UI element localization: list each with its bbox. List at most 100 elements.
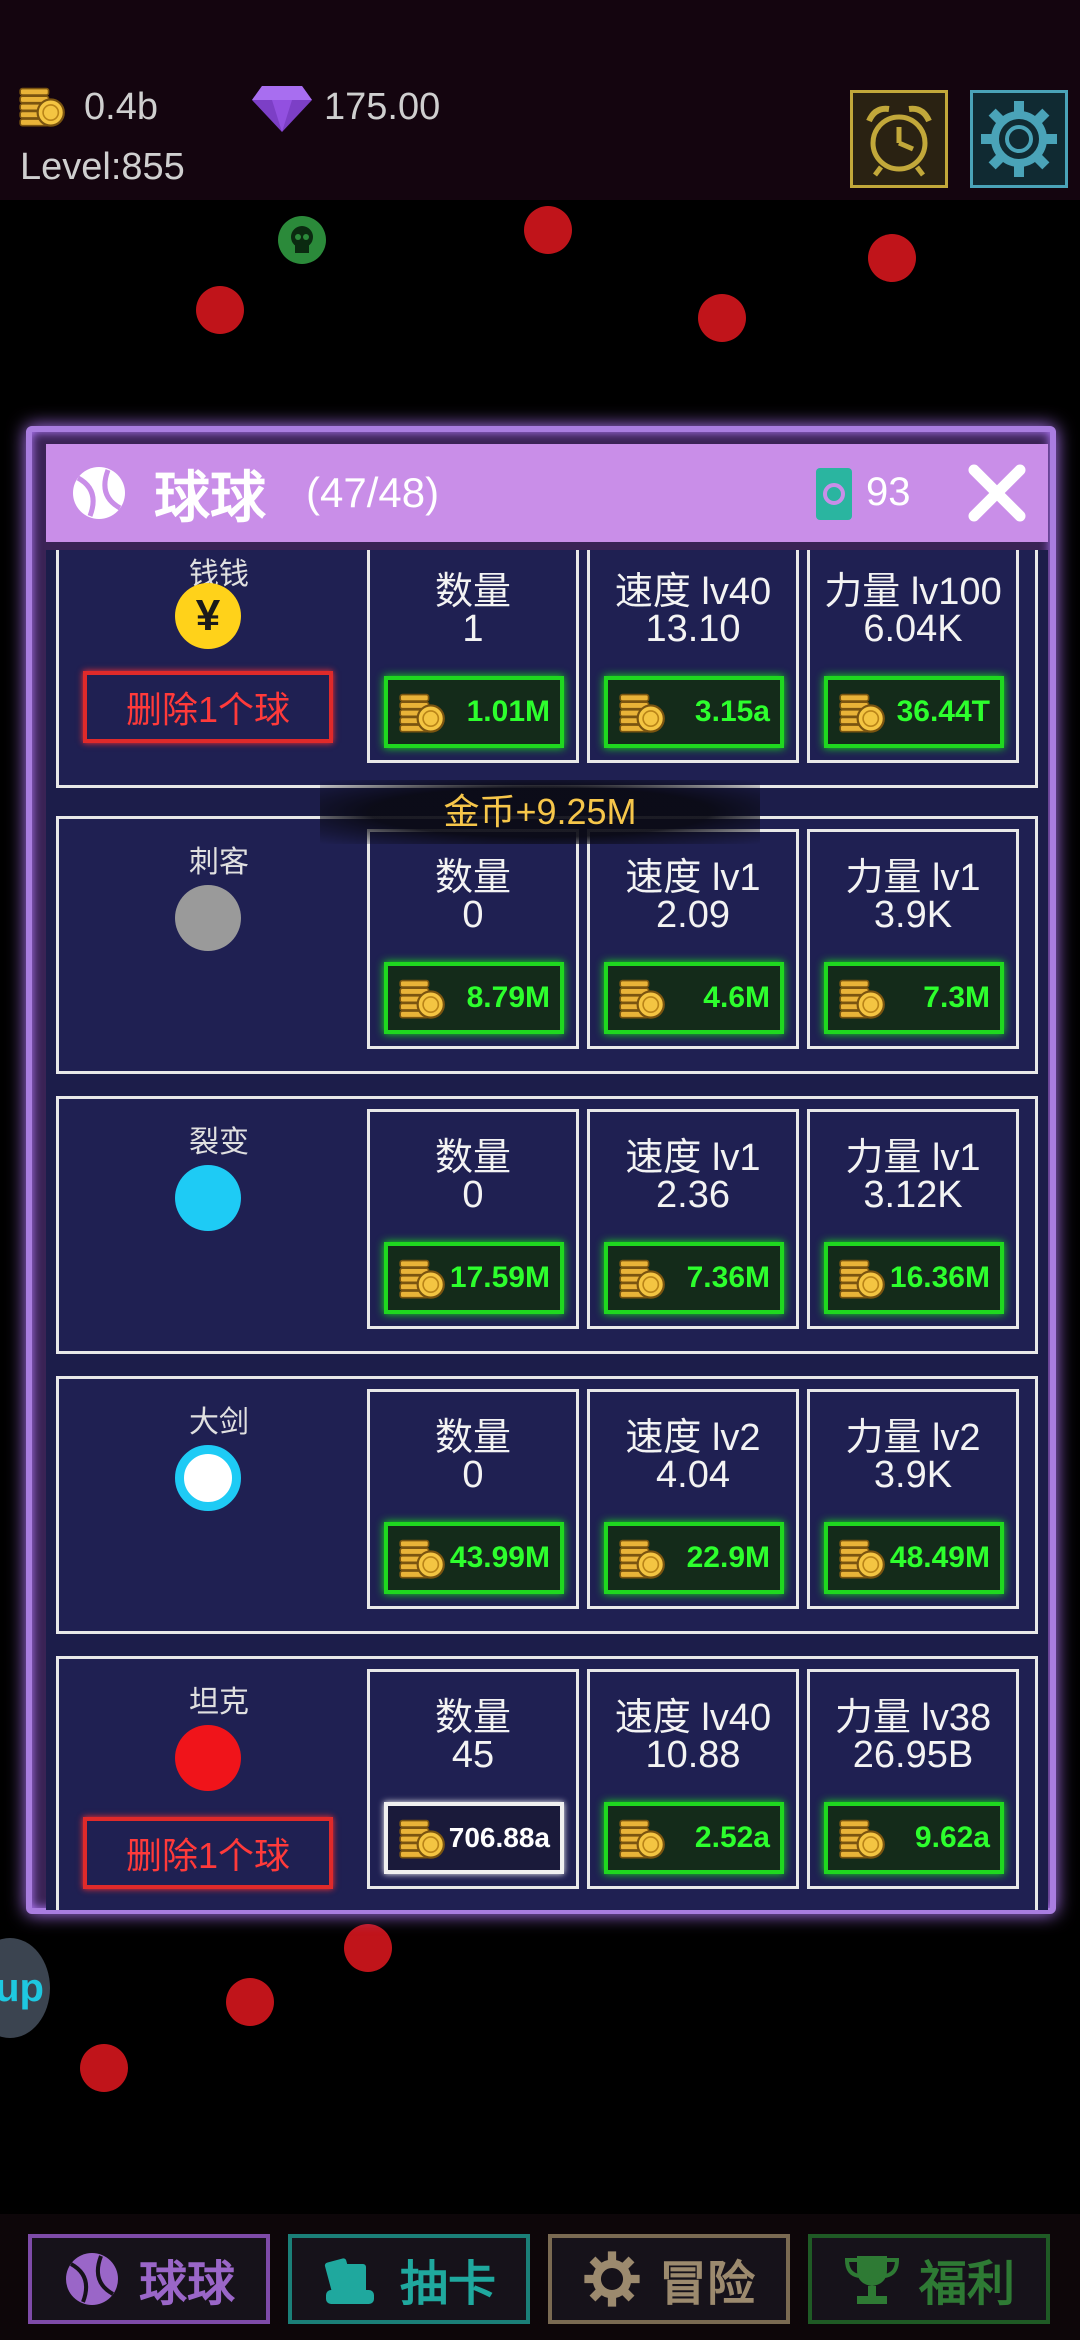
buy-speed-button[interactable]: 22.9M bbox=[604, 1522, 784, 1594]
close-button[interactable] bbox=[966, 462, 1028, 524]
delete-one-ball-button[interactable]: 删除1个球 bbox=[83, 1817, 333, 1889]
alarm-clock-button[interactable] bbox=[850, 90, 948, 188]
top-hud: 0.4b 175.00 Level:855 bbox=[0, 0, 1080, 200]
cell-title: 数量 bbox=[434, 571, 511, 613]
buy-power-button[interactable]: 36.44T bbox=[824, 676, 1004, 748]
bottom-nav: 球球 抽卡 冒险 福利 bbox=[0, 2214, 1080, 2340]
quantity-cell: 数量 0 43.99M bbox=[367, 1389, 579, 1609]
gear-icon bbox=[981, 101, 1057, 177]
trophy-icon bbox=[844, 2256, 899, 2304]
cell-value: 0 bbox=[462, 1174, 484, 1216]
buy-speed-button[interactable]: 7.36M bbox=[604, 1242, 784, 1314]
buy-speed-button[interactable]: 3.15a bbox=[604, 676, 784, 748]
ball-name: 裂变 bbox=[189, 1126, 249, 1159]
enemy-ball bbox=[196, 286, 244, 334]
speed-cell: 速度 lv2 4.04 22.9M bbox=[587, 1389, 799, 1609]
power-cell: 力量 lv1 3.9K 7.3M bbox=[807, 829, 1019, 1049]
coin-stack-icon bbox=[398, 1256, 446, 1300]
cell-title: 力量 lv1 bbox=[845, 1137, 981, 1179]
price-label: 706.88a bbox=[448, 1822, 550, 1853]
buy-speed-button[interactable]: 4.6M bbox=[604, 962, 784, 1034]
price-label: 3.15a bbox=[694, 695, 770, 728]
ball-name: 刺客 bbox=[189, 846, 249, 879]
cell-value: 3.12K bbox=[863, 1174, 963, 1216]
buy-quantity-button[interactable]: 706.88a bbox=[384, 1802, 564, 1874]
nav-balls[interactable]: 球球 bbox=[28, 2234, 270, 2324]
player-level: Level:855 bbox=[20, 146, 185, 188]
coin-stack-icon bbox=[618, 976, 666, 1020]
buy-power-button[interactable]: 48.49M bbox=[824, 1522, 1004, 1594]
nav-welfare-label: 福利 bbox=[918, 2258, 1015, 2311]
price-label: 1.01M bbox=[466, 695, 550, 728]
delete-button-label: 删除1个球 bbox=[125, 1835, 291, 1876]
buy-quantity-button[interactable]: 1.01M bbox=[384, 676, 564, 748]
enemy-ball bbox=[868, 234, 916, 282]
cell-title: 力量 lv2 bbox=[845, 1417, 981, 1459]
price-label: 16.36M bbox=[889, 1261, 990, 1294]
cell-value: 26.95B bbox=[852, 1734, 974, 1776]
panel-ball-count: (47/48) bbox=[306, 469, 440, 516]
buy-power-button[interactable]: 7.3M bbox=[824, 962, 1004, 1034]
coin-stack-icon bbox=[618, 1536, 666, 1580]
coin-stack-icon bbox=[838, 690, 886, 734]
ball-row-dajian: 大剑 数量 0 43.99M 速度 lv2 4.04 22.9M 力量 lv2 … bbox=[56, 1376, 1038, 1634]
coin-stack-icon bbox=[838, 1536, 886, 1580]
cell-value: 6.04K bbox=[863, 608, 963, 650]
buy-power-button[interactable]: 16.36M bbox=[824, 1242, 1004, 1314]
skull-icon bbox=[278, 216, 326, 264]
delete-one-ball-button[interactable]: 删除1个球 bbox=[83, 671, 333, 743]
price-label: 22.9M bbox=[686, 1541, 770, 1574]
ball-row-tanke: 坦克 删除1个球 数量 45 706.88a 速度 lv40 10.88 2.5… bbox=[56, 1656, 1038, 1910]
speed-cell: 速度 lv40 13.10 3.15a bbox=[587, 550, 799, 763]
coin-stack-icon bbox=[618, 1816, 666, 1860]
enemy-ball bbox=[80, 2044, 128, 2092]
cards-icon bbox=[324, 2258, 374, 2304]
quantity-cell: 数量 0 8.79M bbox=[367, 829, 579, 1049]
ball-list[interactable]: 钱钱 ¥ 删除1个球 数量 1 1.01M 速度 lv40 13.10 3.15… bbox=[46, 550, 1048, 1910]
cell-value: 45 bbox=[451, 1734, 495, 1776]
ball-name: 坦克 bbox=[189, 1686, 249, 1719]
ball-color-swatch bbox=[175, 885, 241, 951]
cell-value: 0 bbox=[462, 1454, 484, 1496]
cell-value: 1 bbox=[462, 608, 484, 650]
nav-welfare[interactable]: 福利 bbox=[808, 2234, 1050, 2324]
balls-panel: 球球 (47/48) 93 钱钱 ¥ 删除1个球 数量 1 1.01M 速度 l… bbox=[26, 426, 1056, 1914]
nav-draw-cards[interactable]: 抽卡 bbox=[288, 2234, 530, 2324]
price-label: 7.3M bbox=[923, 981, 990, 1014]
price-label: 48.49M bbox=[889, 1541, 990, 1574]
floating-reward-text: 金币+9.25M bbox=[320, 780, 760, 844]
price-label: 36.44T bbox=[896, 695, 990, 728]
quantity-cell: 数量 1 1.01M bbox=[367, 550, 579, 763]
nav-adventure-label: 冒险 bbox=[658, 2258, 755, 2311]
buy-quantity-button[interactable]: 17.59M bbox=[384, 1242, 564, 1314]
price-label: 9.62a bbox=[914, 1821, 990, 1854]
nav-adventure[interactable]: 冒险 bbox=[548, 2234, 790, 2324]
coin-stack-icon bbox=[838, 976, 886, 1020]
cell-value: 4.04 bbox=[656, 1454, 730, 1496]
coin-balance: 0.4b bbox=[84, 86, 158, 128]
cell-title: 数量 bbox=[434, 1697, 511, 1739]
coin-stack-icon bbox=[398, 1816, 446, 1860]
speed-cell: 速度 lv1 2.09 4.6M bbox=[587, 829, 799, 1049]
buy-power-button[interactable]: 9.62a bbox=[824, 1802, 1004, 1874]
coin-stack-icon bbox=[398, 1536, 446, 1580]
cell-title: 力量 lv1 bbox=[845, 857, 981, 899]
settings-button[interactable] bbox=[970, 90, 1068, 188]
buy-quantity-button[interactable]: 43.99M bbox=[384, 1522, 564, 1594]
coin-stack-icon bbox=[838, 1256, 886, 1300]
power-cell: 力量 lv2 3.9K 48.49M bbox=[807, 1389, 1019, 1609]
power-cell: 力量 lv1 3.12K 16.36M bbox=[807, 1109, 1019, 1329]
nav-balls-label: 球球 bbox=[138, 2258, 235, 2311]
buy-quantity-button[interactable]: 8.79M bbox=[384, 962, 564, 1034]
enemy-ball bbox=[698, 294, 746, 342]
coin-stack-icon bbox=[398, 976, 446, 1020]
upgrade-badge[interactable]: up bbox=[0, 1938, 50, 2038]
buy-speed-button[interactable]: 2.52a bbox=[604, 1802, 784, 1874]
cell-title: 数量 bbox=[434, 1137, 511, 1179]
price-label: 8.79M bbox=[466, 981, 550, 1014]
enemy-ball bbox=[524, 206, 572, 254]
ball-color-swatch bbox=[175, 1725, 241, 1791]
price-label: 43.99M bbox=[449, 1541, 550, 1574]
close-icon bbox=[968, 464, 1026, 522]
cell-value: 13.10 bbox=[645, 608, 741, 650]
